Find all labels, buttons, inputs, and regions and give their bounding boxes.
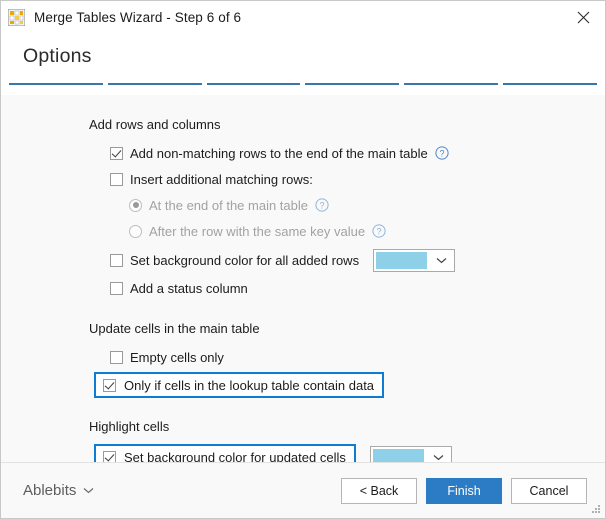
section-label-highlight-cells: Highlight cells	[89, 419, 605, 434]
cancel-button[interactable]: Cancel	[511, 478, 587, 504]
option-add-non-matching-rows[interactable]: Add non-matching rows to the end of the …	[110, 141, 605, 165]
ablebits-label: Ablebits	[23, 482, 76, 499]
option-set-background-color-for-all-added-rows[interactable]: Set background color for all added rows	[110, 247, 605, 273]
step-indicator-3	[207, 83, 301, 85]
label-add-non-matching-rows: Add non-matching rows to the end of the …	[130, 146, 428, 161]
merge-tables-wizard-dialog: Merge Tables Wizard - Step 6 of 6 Option…	[0, 0, 606, 519]
svg-text:?: ?	[439, 148, 444, 158]
puzzle-grid-icon	[8, 9, 25, 26]
options-panel: Add rows and columns Add non-matching ro…	[1, 95, 605, 474]
step-progress-bar	[1, 83, 605, 95]
checkbox-insert-additional-matching-rows[interactable]	[110, 173, 123, 186]
checkbox-empty-cells-only[interactable]	[110, 351, 123, 364]
section-label-add-rows-and-columns: Add rows and columns	[89, 117, 605, 132]
label-after-the-row-with-the-same-key-value: After the row with the same key value	[149, 224, 365, 239]
checkbox-add-a-status-column[interactable]	[110, 282, 123, 295]
ablebits-menu-button[interactable]: Ablebits	[23, 482, 94, 499]
step-indicator-2	[108, 83, 202, 85]
back-button[interactable]: < Back	[341, 478, 417, 504]
svg-text:?: ?	[377, 226, 382, 236]
close-icon	[577, 11, 590, 24]
color-swatch-added-rows	[376, 252, 427, 269]
dialog-footer: Ablebits < Back Finish Cancel	[1, 462, 605, 518]
label-add-a-status-column: Add a status column	[130, 281, 248, 296]
radio-after-the-row-with-the-same-key-value[interactable]	[129, 225, 142, 238]
option-after-the-row-with-the-same-key-value[interactable]: After the row with the same key value ?	[129, 219, 605, 243]
window-title: Merge Tables Wizard - Step 6 of 6	[34, 10, 241, 25]
step-indicator-1	[9, 83, 103, 85]
radio-at-the-end-of-the-main-table[interactable]	[129, 199, 142, 212]
label-insert-additional-matching-rows: Insert additional matching rows:	[130, 172, 313, 187]
highlight-box-only-if-cells-in-the-lookup-table-contain-data[interactable]: Only if cells in the lookup table contai…	[94, 372, 384, 398]
label-at-the-end-of-the-main-table: At the end of the main table	[149, 198, 308, 213]
option-add-a-status-column[interactable]: Add a status column	[110, 276, 605, 300]
label-only-if-cells-in-the-lookup-table-contain-data: Only if cells in the lookup table contai…	[124, 378, 374, 393]
section-label-update-cells-in-the-main-table: Update cells in the main table	[89, 321, 605, 336]
svg-text:?: ?	[319, 200, 324, 210]
close-button[interactable]	[561, 1, 605, 33]
label-set-background-color-for-all-added-rows: Set background color for all added rows	[130, 253, 359, 268]
option-insert-additional-matching-rows[interactable]: Insert additional matching rows:	[110, 167, 605, 191]
help-icon-after-the-row-with-the-same-key-value[interactable]: ?	[372, 224, 386, 238]
checkbox-only-if-cells-in-the-lookup-table-contain-data[interactable]	[103, 379, 116, 392]
page-title: Options	[23, 45, 605, 68]
checkbox-set-background-color-for-all-added-rows[interactable]	[110, 254, 123, 267]
step-indicator-4	[305, 83, 399, 85]
chevron-down-icon-added-rows[interactable]	[429, 250, 454, 271]
checkbox-add-non-matching-rows[interactable]	[110, 147, 123, 160]
help-icon-at-the-end-of-the-main-table[interactable]: ?	[315, 198, 329, 212]
option-at-the-end-of-the-main-table[interactable]: At the end of the main table ?	[129, 193, 605, 217]
title-bar: Merge Tables Wizard - Step 6 of 6	[1, 1, 605, 33]
finish-button[interactable]: Finish	[426, 478, 502, 504]
resize-grip-icon[interactable]	[591, 504, 602, 515]
chevron-down-icon-brand	[83, 487, 94, 494]
dialog-header: Options	[1, 33, 605, 83]
help-icon-add-non-matching-rows[interactable]: ?	[435, 146, 449, 160]
option-only-if-cells-in-the-lookup-table-contain-data[interactable]: Only if cells in the lookup table contai…	[94, 372, 605, 398]
color-picker-added-rows[interactable]	[373, 249, 455, 272]
step-indicator-6	[503, 83, 597, 85]
option-empty-cells-only[interactable]: Empty cells only	[110, 345, 605, 369]
step-indicator-5	[404, 83, 498, 85]
label-empty-cells-only: Empty cells only	[130, 350, 224, 365]
